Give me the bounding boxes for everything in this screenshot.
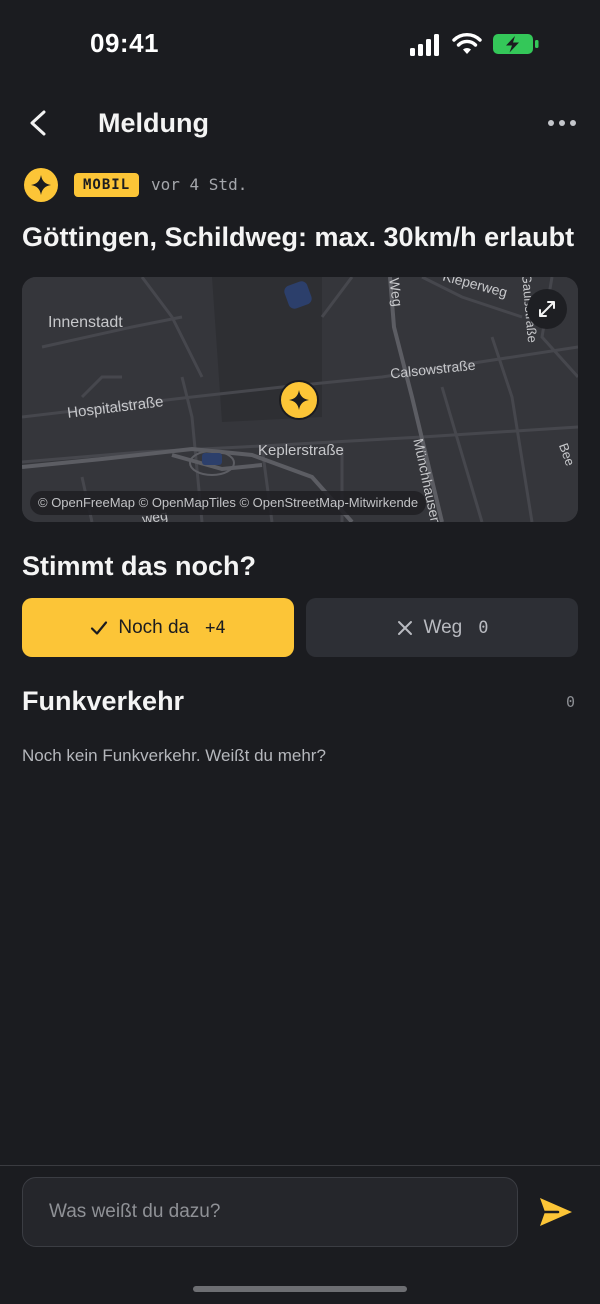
gone-count: 0	[478, 617, 489, 638]
comments-heading: Funkverkehr	[22, 686, 185, 716]
expand-icon	[539, 301, 555, 317]
chevron-left-icon[interactable]	[24, 108, 54, 138]
category-icon	[24, 168, 58, 202]
still-there-count: +4	[205, 617, 226, 638]
more-horizontal-icon[interactable]	[546, 116, 578, 130]
sparkle-icon	[31, 175, 51, 195]
comments-empty-state: Noch kein Funkverkehr. Weißt du mehr?	[22, 746, 326, 765]
map-expand-button[interactable]	[527, 289, 567, 329]
report-time-ago: vor 4 Std.	[151, 175, 248, 194]
home-indicator	[193, 1286, 407, 1292]
still-there-label: Noch da	[118, 616, 190, 638]
message-input[interactable]	[22, 1177, 518, 1247]
gone-content: Weg 0	[306, 598, 578, 657]
comments-count: 0	[566, 693, 576, 711]
map-pin[interactable]	[279, 380, 319, 420]
gone-button[interactable]: Weg 0	[306, 598, 578, 657]
send-icon[interactable]	[536, 1194, 576, 1230]
close-icon	[397, 620, 412, 635]
signal-icon	[410, 34, 439, 56]
check-icon	[91, 620, 108, 635]
report-meta: MOBIL vor 4 Std.	[24, 168, 584, 204]
map-attribution[interactable]: © OpenFreeMap © OpenMapTiles © OpenStree…	[30, 491, 427, 515]
sparkle-icon	[289, 390, 309, 410]
gone-label: Weg	[423, 616, 463, 638]
map[interactable]: Innenstadt Hospitalstraße Keplerstraße C…	[22, 277, 578, 522]
wifi-icon	[452, 33, 482, 54]
map-label-keplerstrasse: Keplerstraße	[258, 442, 344, 459]
report-title: Göttingen, Schildweg: max. 30km/h erlaub…	[22, 222, 575, 252]
status-time: 09:41	[90, 28, 159, 58]
battery-charging-icon	[493, 34, 539, 54]
map-label-district: Innenstadt	[48, 314, 123, 331]
page-title: Meldung	[98, 108, 209, 138]
header: Meldung	[0, 96, 600, 152]
status-bar: 09:41	[0, 0, 600, 90]
verification-heading: Stimmt das noch?	[22, 551, 257, 581]
category-badge: MOBIL	[74, 173, 140, 197]
bottom-divider	[0, 1165, 600, 1166]
still-there-button[interactable]: Noch da +4	[22, 598, 294, 657]
still-there-content: Noch da +4	[22, 598, 294, 657]
